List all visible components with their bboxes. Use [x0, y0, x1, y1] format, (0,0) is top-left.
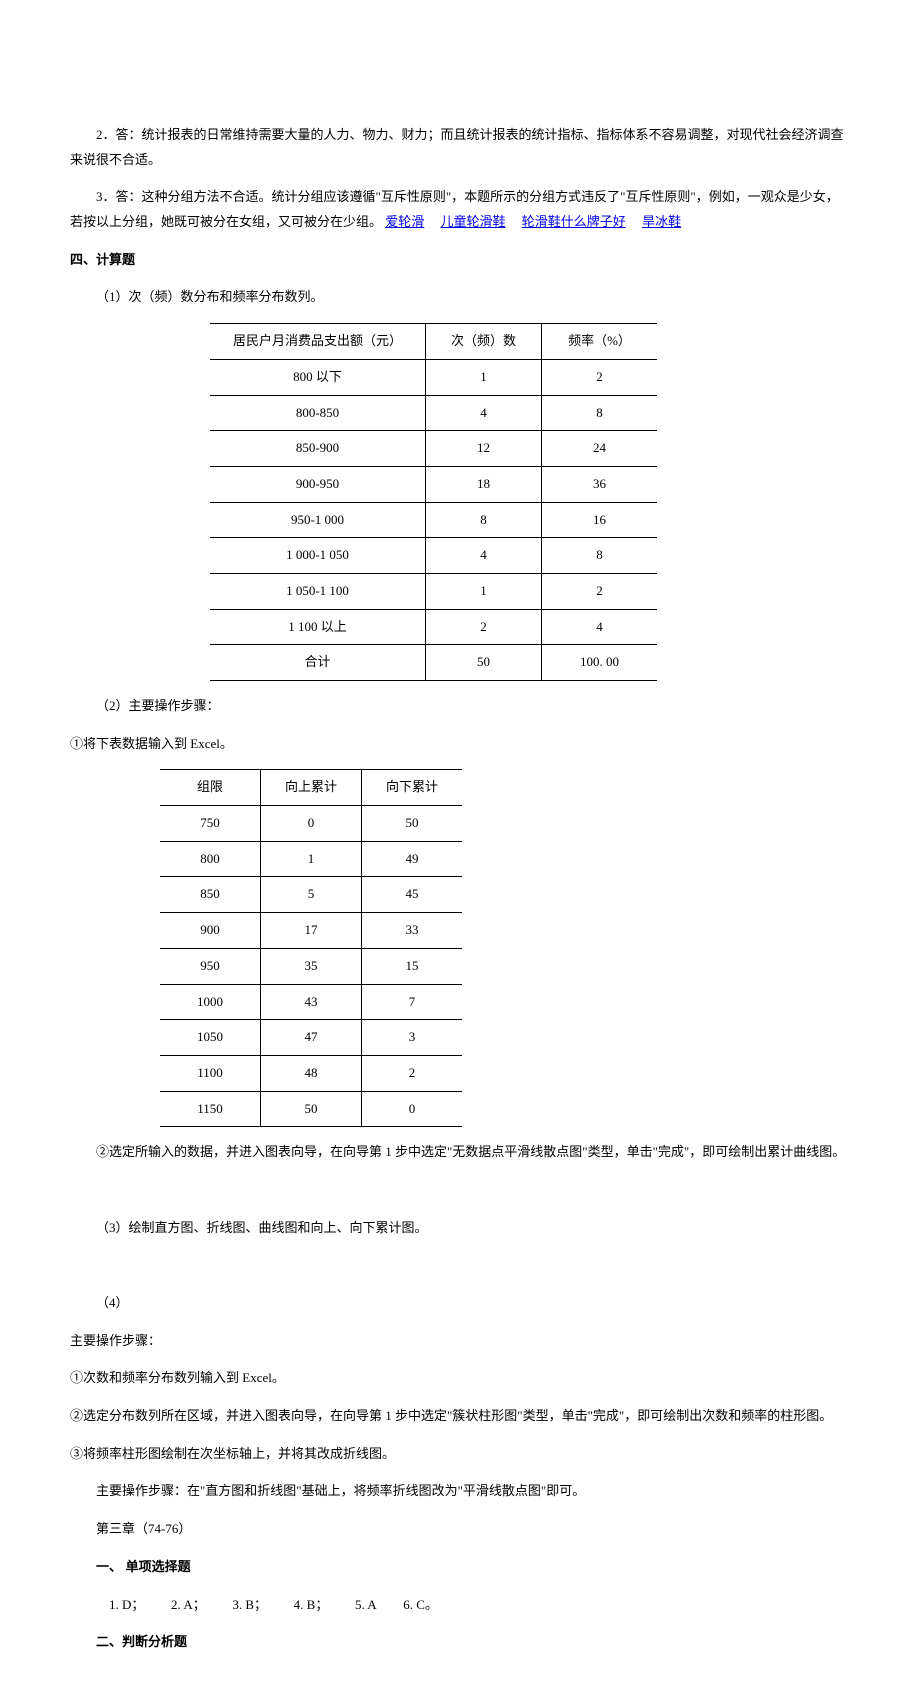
answer-2-body: 统计报表的日常维持需要大量的人力、物力、财力；而且统计报表的统计指标、指标体系不… [70, 127, 844, 167]
table-row: 1050473 [160, 1020, 462, 1056]
step-a: ①次数和频率分布数列输入到 Excel。 [70, 1366, 850, 1391]
calc-item-2: （2）主要操作步骤： [70, 694, 850, 719]
link-hanbingxie[interactable]: 旱冰鞋 [642, 214, 681, 229]
cumulative-table: 组限 向上累计 向下累计 750050 800149 850545 900173… [160, 769, 462, 1127]
calc-item-4: （4） [70, 1291, 850, 1316]
table-row: 900-9501836 [210, 466, 657, 502]
step-note: 主要操作步骤：在"直方图和折线图"基础上，将频率折线图改为"平滑线散点图"即可。 [70, 1479, 850, 1504]
table-row: 800 以下12 [210, 359, 657, 395]
table-header-row: 居民户月消费品支出额（元） 次（频）数 频率（%） [210, 324, 657, 360]
calc-step-chart-wizard: ②选定所输入的数据，并进入图表向导，在向导第 1 步中选定"无数据点平滑线散点图… [70, 1140, 850, 1165]
answer-2-prefix: 2．答： [96, 127, 142, 142]
col-header-down: 向下累计 [362, 770, 463, 806]
col-header-count: 次（频）数 [426, 324, 542, 360]
col-header-rate: 频率（%） [542, 324, 658, 360]
table-row: 1 050-1 10012 [210, 573, 657, 609]
col-header-up: 向上累计 [261, 770, 362, 806]
section-calc-heading: 四、计算题 [70, 248, 850, 273]
table-row: 850-9001224 [210, 431, 657, 467]
mc-answers: 1. D； 2. A； 3. B； 4. B； 5. A 6. C。 [70, 1593, 850, 1618]
table-header-row: 组限 向上累计 向下累计 [160, 770, 462, 806]
answer-3: 3．答：这种分组方法不合适。统计分组应该遵循"互斥性原则"，本题所示的分组方式违… [70, 185, 850, 234]
table-row: 1 100 以上24 [210, 609, 657, 645]
section-judgment-heading: 二、判断分析题 [70, 1630, 850, 1655]
table-row: 800149 [160, 841, 462, 877]
mc-answer-6: 6. C。 [403, 1597, 438, 1612]
col-header-range: 居民户月消费品支出额（元） [210, 324, 426, 360]
mc-answer-2: 2. A； [171, 1597, 206, 1612]
section-mc-heading: 一、 单项选择题 [70, 1555, 850, 1580]
link-lunhuaxiepaizi[interactable]: 轮滑鞋什么牌子好 [522, 214, 626, 229]
table-row: 9001733 [160, 913, 462, 949]
step-c: ③将频率柱形图绘制在次坐标轴上，并将其改成折线图。 [70, 1442, 850, 1467]
table-row: 1 000-1 05048 [210, 538, 657, 574]
calc-item-1: （1）次（频）数分布和频率分布数列。 [70, 285, 850, 310]
mc-answer-3: 3. B； [232, 1597, 267, 1612]
table-row: 750050 [160, 806, 462, 842]
table-row: 9503515 [160, 948, 462, 984]
calc-step-input: ①将下表数据输入到 Excel。 [70, 732, 850, 757]
link-ertonglunhuaxie[interactable]: 儿童轮滑鞋 [441, 214, 506, 229]
answer-2: 2．答：统计报表的日常维持需要大量的人力、物力、财力；而且统计报表的统计指标、指… [70, 123, 850, 172]
table-row: 950-1 000816 [210, 502, 657, 538]
mc-answer-4: 4. B； [294, 1597, 329, 1612]
chapter-3-label: 第三章（74-76） [70, 1517, 850, 1542]
table-row: 850545 [160, 877, 462, 913]
answer-3-prefix: 3．答： [96, 189, 142, 204]
inline-links: 爱轮滑 儿童轮滑鞋 轮滑鞋什么牌子好 旱冰鞋 [382, 214, 694, 229]
col-header-limit: 组限 [160, 770, 261, 806]
steps-heading: 主要操作步骤： [70, 1329, 850, 1354]
mc-answer-1: 1. D； [109, 1597, 144, 1612]
table-row: 800-85048 [210, 395, 657, 431]
table-total-row: 合计50100. 00 [210, 645, 657, 681]
mc-answer-5: 5. A [355, 1597, 377, 1612]
table-row: 1150500 [160, 1091, 462, 1127]
step-b: ②选定分布数列所在区域，并进入图表向导，在向导第 1 步中选定"簇状柱形图"类型… [70, 1404, 850, 1429]
table-row: 1000437 [160, 984, 462, 1020]
calc-item-3: （3）绘制直方图、折线图、曲线图和向上、向下累计图。 [70, 1216, 850, 1241]
link-ailunhua[interactable]: 爱轮滑 [385, 214, 424, 229]
table-row: 1100482 [160, 1055, 462, 1091]
frequency-distribution-table: 居民户月消费品支出额（元） 次（频）数 频率（%） 800 以下12 800-8… [210, 323, 657, 681]
